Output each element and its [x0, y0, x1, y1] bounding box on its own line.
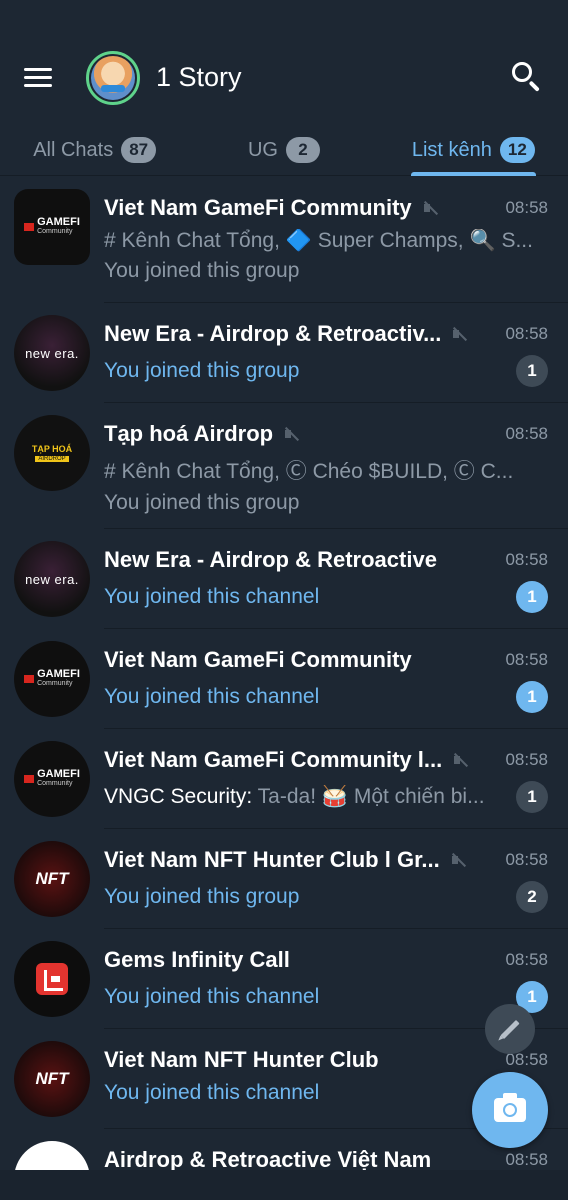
chat-row[interactable]: NFT Viet Nam NFT Hunter Club l Gr... 08:5… — [0, 829, 568, 929]
tab-ug[interactable]: UG 2 — [189, 125, 378, 175]
chat-name: Viet Nam NFT Hunter Club — [104, 1047, 379, 1072]
chat-avatar: NFT — [14, 1041, 90, 1117]
chat-time: 08:58 — [505, 750, 548, 769]
chat-time: 08:58 — [505, 850, 548, 869]
chat-name: Viet Nam GameFi Community — [104, 195, 412, 220]
chat-time: 08:58 — [505, 550, 548, 569]
unread-badge: 1 — [516, 781, 548, 813]
tab-label: UG — [247, 138, 278, 161]
unread-badge: 1 — [516, 581, 548, 613]
chat-row[interactable]: new era. New Era - Airdrop & Retroactive… — [0, 529, 568, 629]
camera-icon[interactable] — [472, 1072, 548, 1148]
chat-row[interactable]: GAMEFI Community Viet Nam GameFi Communit… — [0, 177, 568, 303]
chat-message: You joined this group — [104, 359, 300, 382]
mute-icon — [450, 852, 468, 868]
mute-icon — [283, 426, 301, 442]
chat-message: You joined this group — [104, 259, 300, 282]
chat-time: 08:58 — [505, 424, 548, 443]
chat-name: Gems Infinity Call — [104, 947, 290, 972]
unread-badge: 1 — [516, 681, 548, 713]
tab-count-badge: 2 — [285, 137, 320, 163]
chat-avatar: GAMEFI Community — [14, 641, 90, 717]
mute-icon — [452, 752, 470, 768]
chat-topics: # Kênh Chat Tổng, Ⓒ Chéo $BUILD, Ⓒ C... — [104, 460, 514, 483]
chat-message: You joined this channel — [104, 685, 320, 708]
message-text: Ta-da! 🥁 Một chiến bi... — [252, 785, 485, 808]
chat-avatar — [14, 941, 90, 1017]
folder-tabs: All Chats 87 UG 2 List kênh 12 — [0, 125, 568, 176]
chat-time: 08:58 — [505, 650, 548, 669]
tab-all-chats[interactable]: All Chats 87 — [0, 125, 189, 175]
tab-count-badge: 87 — [121, 137, 157, 163]
status-bar-area — [0, 0, 568, 30]
chat-time: 08:58 — [505, 324, 548, 343]
chat-avatar: TẠP HOÁ AIRDROP — [14, 415, 90, 491]
chat-time: 08:58 — [505, 950, 548, 969]
chat-name: Viet Nam GameFi Community — [104, 647, 412, 672]
tab-list-kenh[interactable]: List kênh 12 — [379, 125, 568, 176]
chat-row[interactable]: Gems Infinity Call 08:58 You joined this … — [0, 929, 568, 1029]
unread-badge: 1 — [516, 355, 548, 387]
chat-avatar: GAMEFI Community — [14, 189, 90, 265]
tab-label: All Chats — [33, 138, 114, 161]
pencil-icon[interactable] — [485, 1004, 535, 1054]
mute-icon — [422, 200, 440, 216]
mute-icon — [451, 326, 469, 342]
chat-message: You joined this group — [104, 885, 300, 908]
chat-message: You joined this channel — [104, 985, 320, 1008]
chat-name: New Era - Airdrop & Retroactiv... — [104, 321, 442, 346]
chat-avatar: new era. — [14, 541, 90, 617]
chat-topics: # Kênh Chat Tổng, 🔷 Super Champs, 🔍 S... — [104, 229, 533, 252]
chat-time: 08:58 — [505, 1150, 548, 1169]
menu-icon[interactable] — [20, 60, 56, 96]
chat-name: Viet Nam NFT Hunter Club l Gr... — [104, 847, 440, 872]
story-avatar[interactable] — [86, 50, 140, 105]
tab-label: List kênh — [411, 138, 492, 161]
chat-message: You joined this group — [104, 491, 300, 514]
unread-badge: 2 — [516, 881, 548, 913]
system-nav-bar — [0, 1170, 568, 1200]
tab-count-badge: 12 — [499, 137, 535, 163]
page-title[interactable]: 1 Story — [156, 62, 508, 93]
chat-name: New Era - Airdrop & Retroactive — [104, 547, 437, 572]
chat-name: Tạp hoá Airdrop — [104, 421, 274, 446]
chat-avatar: GAMEFI Community — [14, 741, 90, 817]
chat-time: 08:58 — [505, 198, 548, 217]
chat-name: Viet Nam GameFi Community l... — [104, 747, 443, 772]
chat-row[interactable]: GAMEFI Community Viet Nam GameFi Communit… — [0, 629, 568, 729]
chat-row[interactable]: TẠP HOÁ AIRDROP Tạp hoá Airdrop 08:58 # Kê… — [0, 403, 568, 529]
search-icon[interactable] — [508, 58, 548, 98]
chat-message: VNGC Security: Ta-da! 🥁 Một chiến bi... — [104, 785, 506, 809]
chat-list: GAMEFI Community Viet Nam GameFi Communit… — [0, 177, 568, 1200]
chat-message: You joined this channel — [104, 585, 320, 608]
chat-avatar: NFT — [14, 841, 90, 917]
app-header: 1 Story — [0, 30, 568, 125]
message-sender: VNGC Security: — [104, 785, 253, 808]
chat-avatar: new era. — [14, 315, 90, 391]
chat-row[interactable]: new era. New Era - Airdrop & Retroactiv.… — [0, 303, 568, 403]
chat-row[interactable]: GAMEFI Community Viet Nam GameFi Communit… — [0, 729, 568, 829]
